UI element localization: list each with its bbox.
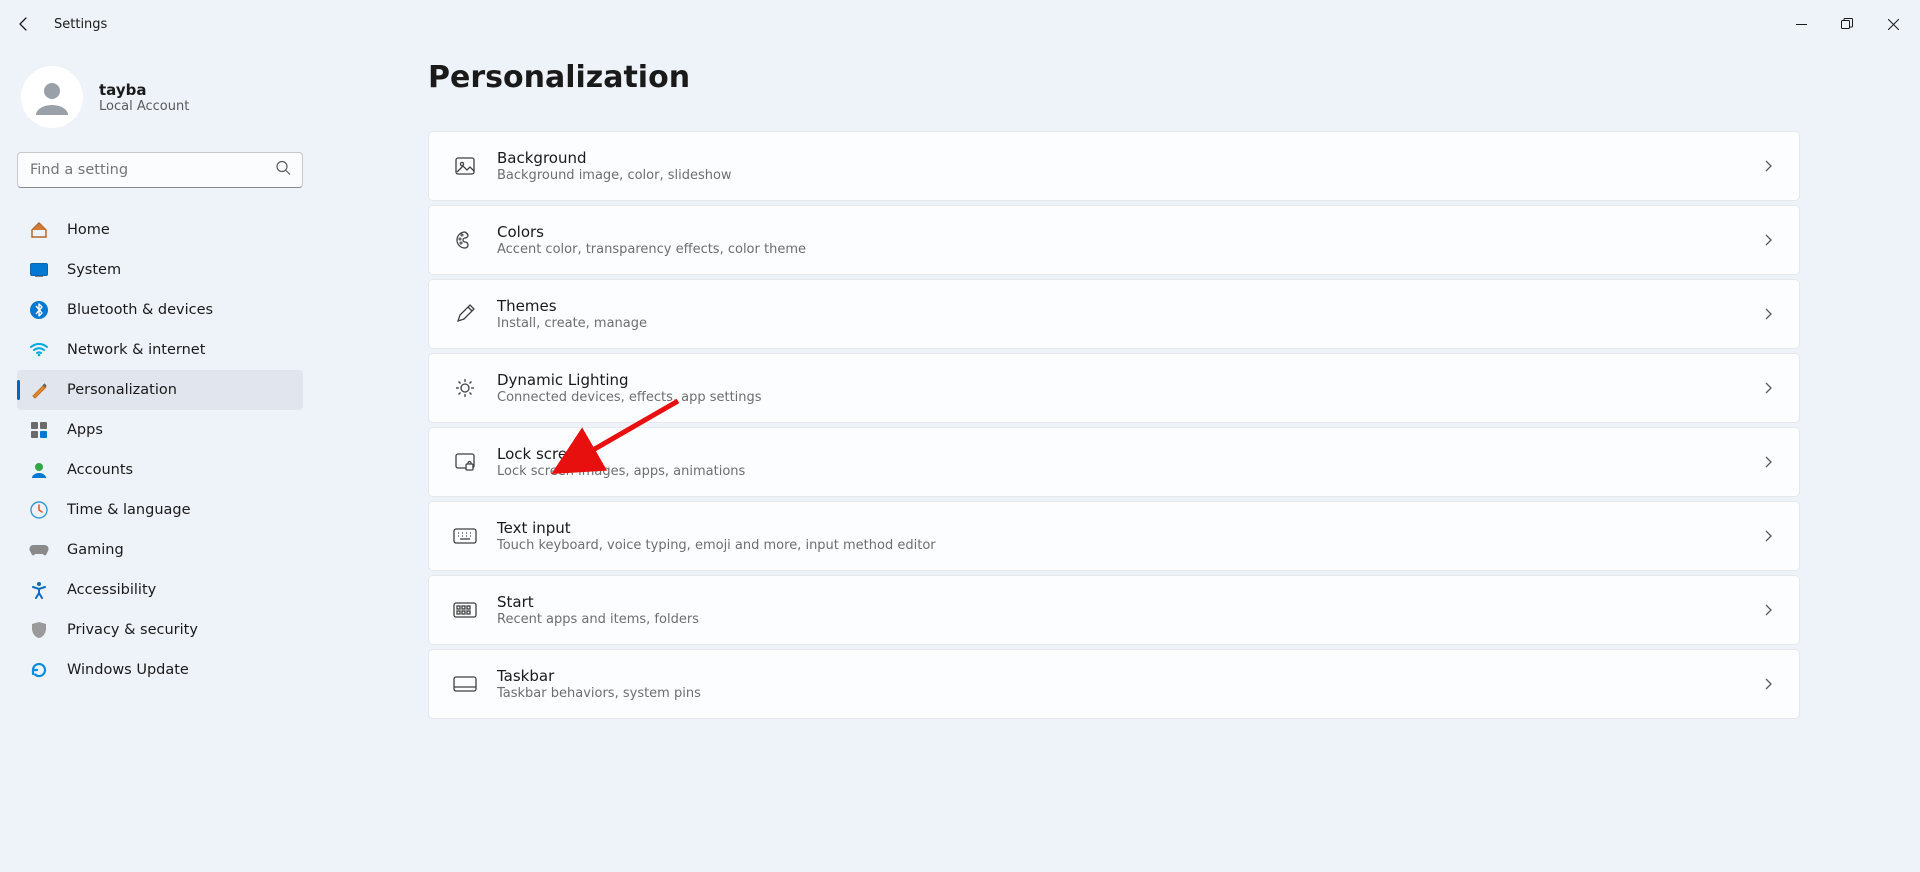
nav-label: Accounts <box>67 462 133 478</box>
apps-icon <box>29 420 49 440</box>
card-title: Dynamic Lighting <box>497 371 1759 389</box>
keyboard-icon <box>451 528 479 544</box>
profile-block[interactable]: tayba Local Account <box>17 48 303 152</box>
card-title: Lock screen <box>497 445 1759 463</box>
main-content: Personalization Background Background im… <box>320 48 1920 872</box>
card-title: Colors <box>497 223 1759 241</box>
nav-label: Home <box>67 222 110 238</box>
chevron-right-icon <box>1759 381 1777 395</box>
nav-home[interactable]: Home <box>17 210 303 250</box>
arrow-left-icon <box>16 16 32 32</box>
nav-accessibility[interactable]: Accessibility <box>17 570 303 610</box>
search-box[interactable] <box>17 152 303 188</box>
image-icon <box>451 155 479 177</box>
gamepad-icon <box>29 540 49 560</box>
profile-name: tayba <box>99 81 189 99</box>
nav-accounts[interactable]: Accounts <box>17 450 303 490</box>
close-icon <box>1888 19 1899 30</box>
paintbrush-icon <box>29 380 49 400</box>
nav-bluetooth[interactable]: Bluetooth & devices <box>17 290 303 330</box>
clock-globe-icon <box>29 500 49 520</box>
nav-privacy[interactable]: Privacy & security <box>17 610 303 650</box>
person-icon <box>32 77 72 117</box>
nav-list: Home System Bluetooth & devices Network … <box>17 210 303 690</box>
card-sub: Recent apps and items, folders <box>497 612 1759 627</box>
card-title: Taskbar <box>497 667 1759 685</box>
nav-gaming[interactable]: Gaming <box>17 530 303 570</box>
card-sub: Lock screen images, apps, animations <box>497 464 1759 479</box>
nav-label: Network & internet <box>67 342 205 358</box>
chevron-right-icon <box>1759 233 1777 247</box>
titlebar: Settings <box>0 0 1920 48</box>
card-taskbar[interactable]: Taskbar Taskbar behaviors, system pins <box>428 649 1800 719</box>
card-colors[interactable]: Colors Accent color, transparency effect… <box>428 205 1800 275</box>
lighting-icon <box>451 377 479 399</box>
card-sub: Accent color, transparency effects, colo… <box>497 242 1759 257</box>
nav-label: Gaming <box>67 542 124 558</box>
nav-label: Personalization <box>67 382 177 398</box>
card-title: Text input <box>497 519 1759 537</box>
nav-label: Bluetooth & devices <box>67 302 213 318</box>
avatar <box>21 66 83 128</box>
chevron-right-icon <box>1759 159 1777 173</box>
chevron-right-icon <box>1759 307 1777 321</box>
nav-label: Time & language <box>67 502 191 518</box>
home-icon <box>29 220 49 240</box>
chevron-right-icon <box>1759 455 1777 469</box>
system-icon <box>29 260 49 280</box>
card-background[interactable]: Background Background image, color, slid… <box>428 131 1800 201</box>
card-sub: Touch keyboard, voice typing, emoji and … <box>497 538 1759 553</box>
nav-label: Apps <box>67 422 103 438</box>
nav-time-language[interactable]: Time & language <box>17 490 303 530</box>
bluetooth-icon <box>29 300 49 320</box>
card-start[interactable]: Start Recent apps and items, folders <box>428 575 1800 645</box>
nav-network[interactable]: Network & internet <box>17 330 303 370</box>
profile-sub: Local Account <box>99 99 189 114</box>
chevron-right-icon <box>1759 677 1777 691</box>
card-sub: Connected devices, effects, app settings <box>497 390 1759 405</box>
card-dynamic-lighting[interactable]: Dynamic Lighting Connected devices, effe… <box>428 353 1800 423</box>
card-text-input[interactable]: Text input Touch keyboard, voice typing,… <box>428 501 1800 571</box>
pen-icon <box>451 303 479 325</box>
lock-screen-icon <box>451 451 479 473</box>
sidebar: tayba Local Account Home System Bluetoot… <box>0 48 320 872</box>
palette-icon <box>451 229 479 251</box>
update-icon <box>29 660 49 680</box>
nav-label: Accessibility <box>67 582 156 598</box>
minimize-button[interactable] <box>1778 8 1824 40</box>
search-icon <box>276 161 291 180</box>
chevron-right-icon <box>1759 603 1777 617</box>
app-title: Settings <box>54 17 107 32</box>
card-lock-screen[interactable]: Lock screen Lock screen images, apps, an… <box>428 427 1800 497</box>
nav-personalization[interactable]: Personalization <box>17 370 303 410</box>
nav-system[interactable]: System <box>17 250 303 290</box>
card-title: Themes <box>497 297 1759 315</box>
nav-windows-update[interactable]: Windows Update <box>17 650 303 690</box>
nav-label: Privacy & security <box>67 622 198 638</box>
card-sub: Install, create, manage <box>497 316 1759 331</box>
card-themes[interactable]: Themes Install, create, manage <box>428 279 1800 349</box>
wifi-icon <box>29 340 49 360</box>
nav-label: Windows Update <box>67 662 189 678</box>
maximize-icon <box>1841 18 1853 30</box>
card-title: Background <box>497 149 1759 167</box>
card-sub: Taskbar behaviors, system pins <box>497 686 1759 701</box>
close-button[interactable] <box>1870 8 1916 40</box>
shield-icon <box>29 620 49 640</box>
chevron-right-icon <box>1759 529 1777 543</box>
maximize-button[interactable] <box>1824 8 1870 40</box>
card-sub: Background image, color, slideshow <box>497 168 1759 183</box>
nav-label: System <box>67 262 121 278</box>
minimize-icon <box>1796 19 1807 30</box>
page-title: Personalization <box>428 60 1800 95</box>
accounts-icon <box>29 460 49 480</box>
card-title: Start <box>497 593 1759 611</box>
accessibility-icon <box>29 580 49 600</box>
taskbar-icon <box>451 676 479 692</box>
back-button[interactable] <box>4 4 44 44</box>
start-icon <box>451 602 479 618</box>
search-input[interactable] <box>17 152 303 188</box>
nav-apps[interactable]: Apps <box>17 410 303 450</box>
